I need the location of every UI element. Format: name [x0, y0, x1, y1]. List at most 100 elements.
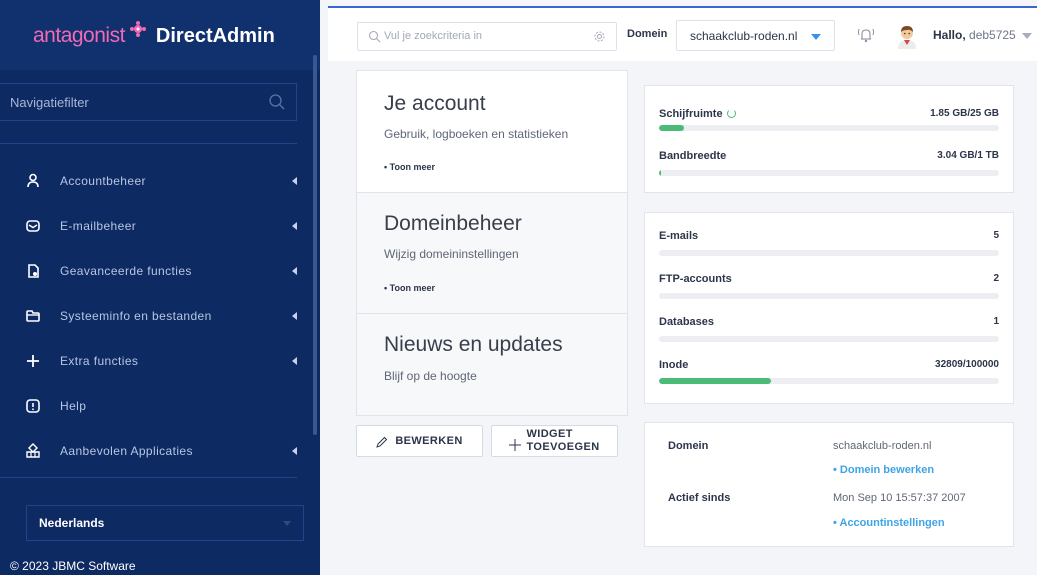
navigation-filter-placeholder: Navigatiefilter: [10, 94, 89, 110]
inode-label: Inode: [659, 359, 689, 371]
bandwidth-value: 3.04 GB/1 TB: [937, 150, 999, 161]
sidebar-divider: [0, 143, 297, 144]
caret-left-icon: [292, 221, 297, 230]
caret-left-icon: [292, 266, 297, 275]
plus-icon: [24, 352, 42, 370]
greeting-text: Hallo,: [933, 28, 966, 42]
widget-domeinbeheer[interactable]: Domeinbeheer Wijzig domeininstellingen •…: [357, 193, 627, 313]
sidebar-divider: [0, 477, 297, 478]
chevron-down-icon[interactable]: [1022, 33, 1032, 39]
sidebar-item-extra-functies[interactable]: Extra functies: [0, 338, 305, 383]
language-select[interactable]: Nederlands: [26, 505, 304, 541]
sidebar-menu: Accountbeheer E-mailbeheer Geavanceerde …: [0, 158, 305, 473]
toon-meer-link[interactable]: • Toon meer: [384, 162, 435, 172]
domain-select-value: schaakclub-roden.nl: [690, 29, 798, 43]
domain-label: Domein: [627, 28, 668, 40]
add-widget-label-line1: WIDGET: [526, 428, 573, 440]
search-placeholder: Vul je zoekcriteria in: [384, 30, 483, 42]
logo-spark-icon: [129, 21, 146, 37]
sidebar-item-label: Geavanceerde functies: [60, 263, 192, 278]
databases-progress-bar: [659, 336, 999, 342]
apps-icon: [24, 442, 42, 460]
add-widget-button[interactable]: WIDGET TOEVOEGEN: [491, 425, 618, 457]
edit-domain-link[interactable]: • Domein bewerken: [833, 464, 934, 476]
widget-title: Domeinbeheer: [384, 212, 522, 235]
search-icon: [268, 93, 286, 111]
widget-subtitle: Blijf op de hoogte: [384, 369, 477, 383]
sidebar-item-help[interactable]: Help: [0, 383, 305, 428]
emails-label: E-mails: [659, 230, 699, 242]
widget-title: Je account: [384, 92, 486, 115]
add-widget-button-label: WIDGET TOEVOEGEN: [526, 428, 599, 454]
inode-value: 32809/100000: [935, 359, 999, 370]
domain-select[interactable]: schaakclub-roden.nl: [676, 20, 835, 51]
inode-progress-fill: [659, 378, 771, 384]
disk-value: 1.85 GB/25 GB: [930, 108, 999, 119]
notification-bell-icon[interactable]: [855, 24, 877, 46]
search-icon: [368, 30, 381, 43]
widget-title: Nieuws en updates: [384, 333, 563, 356]
sidebar-item-geavanceerde-functies[interactable]: Geavanceerde functies: [0, 248, 305, 293]
sidebar-item-label: Aanbevolen Applicaties: [60, 443, 193, 458]
disk-label-text: Schijfruimte: [659, 108, 723, 120]
sidebar-scrollbar[interactable]: [313, 55, 317, 435]
ftp-progress-bar: [659, 293, 999, 299]
chevron-down-icon: [283, 521, 291, 526]
copyright: © 2023 JBMC Software: [10, 559, 136, 573]
widget-subtitle: Wijzig domeininstellingen: [384, 247, 519, 261]
disk-label: Schijfruimte: [659, 108, 736, 120]
widget-nieuws-en-updates[interactable]: Nieuws en updates Blijf op de hoogte: [357, 314, 627, 415]
domain-info-panel: Domein schaakclub-roden.nl • Domein bewe…: [644, 422, 1014, 547]
sidebar-item-systeeminfo[interactable]: Systeeminfo en bestanden: [0, 293, 305, 338]
avatar[interactable]: [895, 23, 919, 49]
widget-je-account[interactable]: Je account Gebruik, logboeken en statist…: [357, 71, 627, 192]
disk-progress-fill: [659, 125, 685, 131]
bandwidth-progress-bar: [659, 170, 999, 176]
help-icon: [24, 397, 42, 415]
sidebar-item-e-mailbeheer[interactable]: E-mailbeheer: [0, 203, 305, 248]
sidebar: antagonist DirectAdmin Navigatiefilter A…: [0, 0, 320, 575]
gear-icon[interactable]: [593, 30, 606, 43]
logo[interactable]: antagonist DirectAdmin: [33, 21, 275, 50]
sidebar-item-label: Systeeminfo en bestanden: [60, 308, 212, 323]
caret-left-icon: [292, 446, 297, 455]
sidebar-item-label: E-mailbeheer: [60, 218, 137, 233]
folder-icon: [24, 307, 42, 325]
sidebar-item-label: Help: [60, 398, 87, 413]
counts-panel: E-mails 5 FTP-accounts 2 Databases 1 Ino…: [644, 212, 1014, 404]
sidebar-item-accountbeheer[interactable]: Accountbeheer: [0, 158, 305, 203]
usage-panel: Schijfruimte 1.85 GB/25 GB Bandbreedte 3…: [644, 85, 1014, 193]
databases-value: 1: [993, 316, 999, 327]
search-input[interactable]: Vul je zoekcriteria in: [357, 22, 617, 51]
plus-icon: [509, 438, 522, 451]
sidebar-item-label: Extra functies: [60, 353, 139, 368]
edit-button-label: BEWERKEN: [395, 435, 463, 447]
refresh-icon[interactable]: [726, 109, 736, 118]
caret-left-icon: [292, 176, 297, 185]
navigation-filter-input[interactable]: Navigatiefilter: [0, 83, 297, 121]
info-domain-label: Domein: [668, 440, 709, 452]
username: deb5725: [969, 28, 1016, 42]
inode-progress-bar: [659, 378, 999, 384]
caret-left-icon: [292, 356, 297, 365]
sidebar-item-aanbevolen-applicaties[interactable]: Aanbevolen Applicaties: [0, 428, 305, 473]
top-header: Vul je zoekcriteria in Domein schaakclub…: [328, 6, 1037, 61]
add-widget-label-line2: TOEVOEGEN: [526, 441, 600, 453]
advanced-icon: [24, 262, 42, 280]
emails-progress-bar: [659, 250, 999, 256]
bandwidth-progress-fill: [659, 170, 661, 176]
account-settings-link[interactable]: • Accountinstellingen: [833, 517, 945, 529]
sidebar-header: antagonist DirectAdmin: [0, 0, 320, 70]
widget-subtitle: Gebruik, logboeken en statistieken: [384, 127, 569, 141]
ftp-label: FTP-accounts: [659, 273, 732, 285]
language-value: Nederlands: [39, 516, 105, 530]
toon-meer-link[interactable]: • Toon meer: [384, 283, 435, 293]
info-domain-value: schaakclub-roden.nl: [833, 440, 932, 452]
logo-antagonist: antagonist: [33, 24, 125, 47]
disk-progress-bar: [659, 125, 999, 131]
user-greeting[interactable]: Hallo, deb5725: [933, 28, 1016, 42]
edit-button[interactable]: BEWERKEN: [356, 425, 483, 457]
caret-left-icon: [292, 311, 297, 320]
emails-value: 5: [993, 230, 999, 241]
sidebar-item-label: Accountbeheer: [60, 173, 146, 188]
